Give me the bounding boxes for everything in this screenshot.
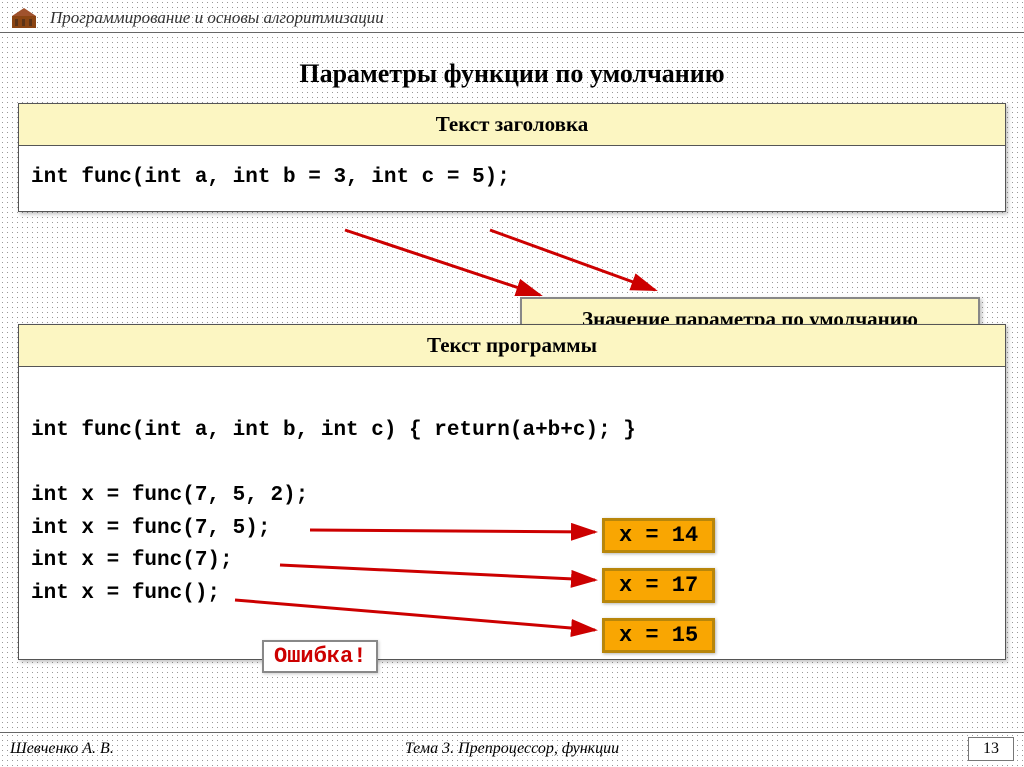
code-line: int x = func(7, 5, 2); [31,484,308,507]
footer-topic: Тема 3. Препроцессор, функции [0,740,1024,758]
code-line: int x = func(7); [31,549,233,572]
error-box: Ошибка! [262,640,378,673]
panel1-code: int func(int a, int b = 3, int c = 5); [19,146,1005,211]
panel-program-text: Текст программы int func(int a, int b, i… [18,324,1006,660]
panel-header-text: Текст заголовка int func(int a, int b = … [18,103,1006,212]
result-box-1: x = 14 [602,518,715,553]
university-logo-icon [10,6,38,30]
page-number: 13 [968,737,1014,761]
panel1-heading: Текст заголовка [19,104,1005,146]
code-line: int func(int a, int b, int c) { return(a… [31,419,636,442]
code-line: int x = func(); [31,582,220,605]
page-footer: Шевченко А. В. Тема 3. Препроцессор, фун… [0,732,1024,767]
code-line: int x = func(7, 5); [31,517,270,540]
panel2-heading: Текст программы [19,325,1005,367]
page-header: Программирование и основы алгоритмизации [0,0,1024,33]
course-title: Программирование и основы алгоритмизации [50,8,384,28]
result-box-2: x = 17 [602,568,715,603]
result-box-3: x = 15 [602,618,715,653]
slide-title: Параметры функции по умолчанию [0,59,1024,89]
panel2-body: int func(int a, int b, int c) { return(a… [19,367,1005,659]
